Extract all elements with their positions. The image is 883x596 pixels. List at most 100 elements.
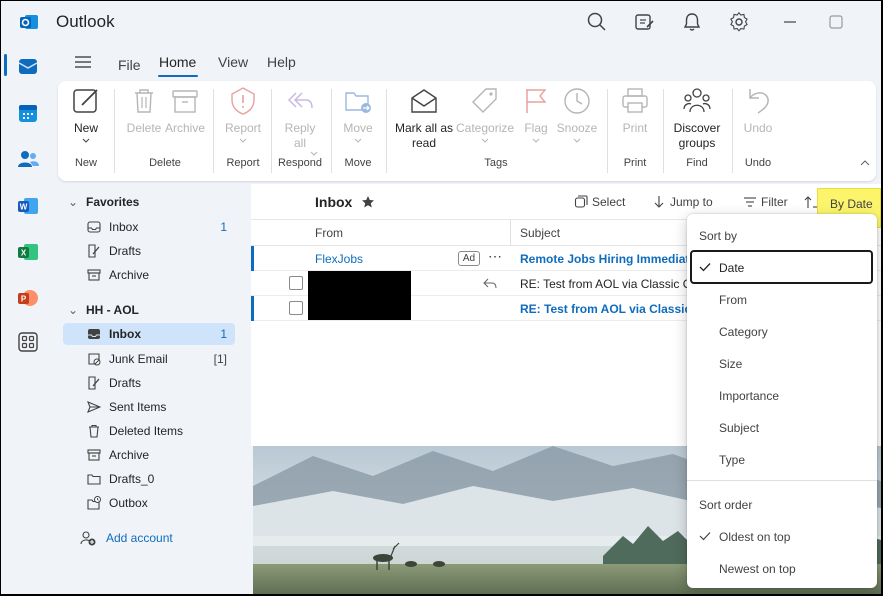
folder-label: Drafts_0 [109,472,155,486]
bell-icon[interactable] [681,11,703,33]
sort-option-category[interactable]: Category [691,317,873,347]
folder-inbox[interactable]: Inbox 1 [63,323,235,345]
drafts-icon [88,376,100,390]
trash-icon [135,89,153,113]
mail-icon[interactable] [15,53,41,79]
select-button[interactable]: Select [574,195,626,209]
sort-option-subject[interactable]: Subject [691,413,873,443]
unread-indicator [251,296,254,321]
folder-favorites-inbox[interactable]: Inbox 1 [63,216,235,238]
sort-order-oldest[interactable]: Oldest on top [691,522,873,552]
snooze-button[interactable]: Snooze [556,85,598,144]
categorize-button[interactable]: Categorize [456,85,514,144]
chevron-down-icon: ⌄ [68,303,79,317]
chevron-down-icon [354,138,362,143]
folder-archive[interactable]: Archive [63,444,235,466]
folder-favorites-drafts[interactable]: Drafts [63,240,235,262]
star-icon[interactable] [361,195,375,209]
reply-all-button[interactable]: Reply all [280,85,320,151]
discover-label-1: Discover [673,121,721,135]
sort-order-newest[interactable]: Newest on top [691,554,873,584]
flag-button[interactable]: Flag [519,85,553,144]
tab-help[interactable]: Help [267,54,296,70]
print-button[interactable]: Print [616,85,654,136]
undo-button[interactable]: Undo [740,85,776,136]
sort-option-label: Type [719,453,746,467]
active-tab-indicator [158,75,198,77]
favorites-header[interactable]: ⌄ Favorites [68,195,139,209]
reply-all-label-1: Reply [284,121,316,135]
ribbon-divider [663,89,664,173]
report-button[interactable]: Report [223,85,263,144]
archive-button[interactable]: Archive [164,85,206,136]
search-icon[interactable] [586,11,608,33]
calendar-icon[interactable] [15,100,41,126]
account-header[interactable]: ⌄ HH - AOL [68,303,139,317]
message-subject: RE: Test from AOL via Classic Outlook [520,277,690,291]
folder-favorites-archive[interactable]: Archive [63,264,235,286]
mark-all-read-button[interactable]: Mark all as read [394,85,454,151]
sort-label: By Date [830,197,873,211]
report-label: Report [224,121,262,135]
folder-outbox[interactable]: Outbox [63,492,235,514]
discover-groups-button[interactable]: Discover groups [670,85,724,151]
subject-column-header[interactable]: Subject [520,226,560,240]
folder-junk-email[interactable]: Junk Email [1] [63,348,235,370]
sort-option-label: Subject [719,421,760,435]
new-mail-button[interactable]: New [68,85,104,144]
more-options-icon[interactable]: ⋯ [488,248,502,265]
gear-icon[interactable] [728,11,750,33]
delete-button[interactable]: Delete [124,85,164,136]
apps-icon[interactable] [15,329,41,355]
word-icon[interactable]: W [15,193,41,219]
chevron-up-icon[interactable] [860,159,870,167]
powerpoint-icon[interactable]: P [15,285,41,311]
chevron-down-icon: ⌄ [68,195,79,209]
flag-icon [526,89,547,113]
column-divider[interactable] [510,220,511,246]
hamburger-menu-icon[interactable] [74,55,92,69]
message-subject: RE: Test from AOL via Classic Outlook [520,302,690,316]
folder-drafts[interactable]: Drafts [63,372,235,394]
shield-alert-icon [231,87,255,115]
select-label: Select [592,195,626,209]
envelope-open-icon [411,89,437,113]
folder-label: Drafts [109,376,142,390]
message-checkbox[interactable] [289,276,303,290]
excel-icon[interactable]: X [15,239,41,265]
sort-order-header: Sort order [699,498,753,512]
sort-option-type[interactable]: Type [691,445,873,475]
move-button[interactable]: Move [338,85,378,144]
folder-label: Outbox [109,496,148,510]
filter-button[interactable]: Filter [744,195,788,209]
ribbon-divider [331,89,332,173]
maximize-icon[interactable] [825,11,847,33]
tab-home[interactable]: Home [159,54,196,70]
tab-file[interactable]: File [118,57,141,73]
folder-deleted-items[interactable]: Deleted Items [63,420,235,442]
from-column-header[interactable]: From [315,226,343,240]
compose-icon[interactable] [633,11,655,33]
sort-option-date[interactable]: Date [690,250,873,284]
tab-view[interactable]: View [218,54,248,70]
folder-drafts-0[interactable]: Drafts_0 [63,468,235,490]
filter-label: Filter [761,195,788,209]
people-icon[interactable] [15,146,41,172]
sort-icon[interactable] [804,195,818,209]
sort-option-importance[interactable]: Importance [691,381,873,411]
outlook-logo-icon [19,12,39,32]
sort-option-from[interactable]: From [691,285,873,315]
sort-option-size[interactable]: Size [691,349,873,379]
archive-icon [172,90,198,113]
folder-label: Archive [109,268,150,282]
folder-sent-items[interactable]: Sent Items [63,396,235,418]
minimize-icon[interactable] [779,11,801,33]
message-checkbox[interactable] [289,301,303,315]
sort-option-label: Category [719,325,768,339]
account-label: HH - AOL [86,303,139,317]
app-title: Outlook [56,12,115,31]
svg-text:W: W [20,203,28,212]
jump-to-button[interactable]: Jump to [654,195,713,209]
chevron-down-icon [239,138,247,143]
ribbon-divider [607,89,608,173]
